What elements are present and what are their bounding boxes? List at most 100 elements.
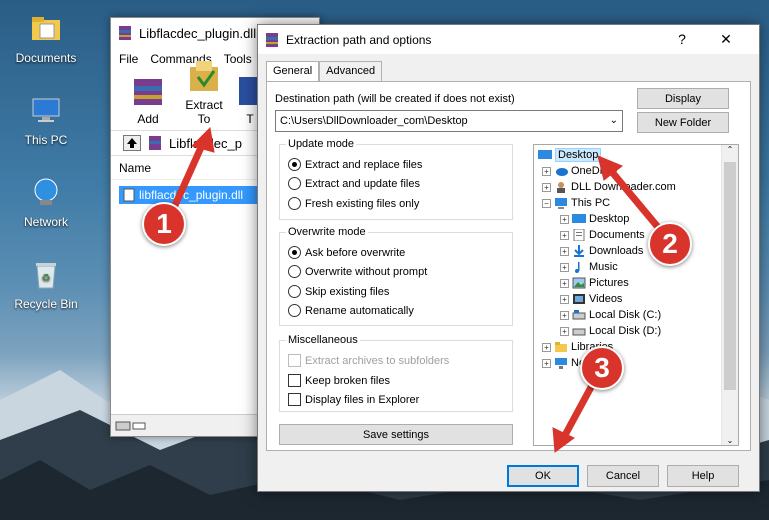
step-marker-1: 1 bbox=[142, 202, 186, 246]
destination-path-combo[interactable]: C:\Users\DllDownloader_com\Desktop ⌄ bbox=[275, 110, 623, 132]
tree-node-user[interactable]: + DLL Downloader.com bbox=[542, 180, 676, 194]
tree-node-label: This PC bbox=[571, 197, 611, 209]
expand-icon[interactable]: + bbox=[560, 294, 569, 304]
tree-node-videos[interactable]: + Videos bbox=[560, 292, 622, 306]
radio-selected[interactable] bbox=[288, 246, 301, 259]
winrar-logo-icon bbox=[119, 26, 131, 40]
overwrite-option-rename[interactable]: Rename automatically bbox=[288, 304, 414, 317]
option-label: Extract archives to subfolders bbox=[305, 354, 450, 367]
expand-icon[interactable]: + bbox=[560, 326, 569, 336]
expand-icon[interactable]: + bbox=[560, 246, 569, 256]
winrar-title: Libflacdec_plugin.dll bbox=[139, 25, 257, 41]
computer-icon bbox=[32, 98, 60, 122]
tree-node-label: Local Disk (D:) bbox=[589, 325, 662, 337]
expand-icon[interactable]: + bbox=[542, 358, 551, 368]
folder-tree[interactable]: Desktop + OneDrive + DLL Downloader.com … bbox=[533, 144, 739, 446]
dialog-tabs: General Advanced bbox=[266, 61, 383, 82]
misc-option-display-explorer[interactable]: Display files in Explorer bbox=[288, 393, 419, 406]
user-icon bbox=[557, 182, 565, 193]
collapse-icon[interactable]: − bbox=[542, 198, 551, 208]
tree-node-local-disk-d[interactable]: + Local Disk (D:) bbox=[560, 324, 661, 338]
new-folder-button[interactable]: New Folder bbox=[637, 112, 729, 133]
recycle-bin-icon: ♻ bbox=[36, 263, 56, 289]
checkbox[interactable] bbox=[288, 374, 301, 387]
desktop-icon-recycle-bin[interactable]: ♻ Recycle Bin bbox=[8, 258, 84, 311]
checkbox[interactable] bbox=[288, 393, 301, 406]
up-folder-button[interactable] bbox=[123, 135, 141, 151]
tree-node-label: OneDrive bbox=[571, 165, 618, 177]
up-arrow-icon bbox=[127, 138, 137, 148]
add-button[interactable]: Add bbox=[123, 73, 173, 126]
option-label: Keep broken files bbox=[305, 374, 390, 387]
save-settings-button[interactable]: Save settings bbox=[279, 424, 513, 445]
menu-file[interactable]: File bbox=[119, 52, 138, 66]
cancel-button[interactable]: Cancel bbox=[587, 465, 659, 487]
chevron-down-icon: ⌄ bbox=[609, 115, 618, 126]
expand-icon[interactable]: + bbox=[560, 310, 569, 320]
desktop-icon-this-pc[interactable]: This PC bbox=[8, 94, 84, 147]
destination-path-value: C:\Users\DllDownloader_com\Desktop bbox=[280, 115, 468, 127]
step-marker-3: 3 bbox=[580, 346, 624, 390]
svg-text:♻: ♻ bbox=[42, 273, 51, 284]
misc-option-subfolders: Extract archives to subfolders bbox=[288, 354, 449, 367]
radio[interactable] bbox=[288, 177, 301, 190]
radio[interactable] bbox=[288, 265, 301, 278]
radio[interactable] bbox=[288, 285, 301, 298]
extract-to-button[interactable]: Extract To bbox=[179, 59, 229, 126]
tab-advanced[interactable]: Advanced bbox=[319, 61, 383, 81]
radio-selected[interactable] bbox=[288, 158, 301, 171]
ok-button[interactable]: OK bbox=[507, 465, 579, 487]
tree-node-music[interactable]: + Music bbox=[560, 260, 618, 274]
radio[interactable] bbox=[288, 304, 301, 317]
file-name: libflacdec_plugin.dll bbox=[139, 188, 244, 202]
tree-node-documents[interactable]: + Documents bbox=[560, 228, 645, 242]
tree-node-pictures[interactable]: + Pictures bbox=[560, 276, 629, 290]
desktop-icon-label: Documents bbox=[15, 51, 77, 65]
option-label: Skip existing files bbox=[305, 285, 390, 298]
help-button[interactable]: Help bbox=[667, 465, 739, 487]
close-button[interactable]: ✕ bbox=[716, 31, 736, 48]
desktop-icon-label: This PC bbox=[24, 133, 68, 147]
expand-icon[interactable]: + bbox=[560, 230, 569, 240]
tree-node-this-pc[interactable]: − This PC bbox=[542, 196, 610, 210]
scroll-up-icon[interactable]: ⌃ bbox=[722, 145, 738, 159]
add-archive-icon bbox=[134, 79, 162, 105]
tab-general[interactable]: General bbox=[266, 61, 320, 82]
expand-icon[interactable]: + bbox=[542, 182, 551, 192]
scroll-down-icon[interactable]: ⌄ bbox=[722, 436, 738, 445]
tree-node-onedrive[interactable]: + OneDrive bbox=[542, 164, 617, 178]
tree-node-downloads[interactable]: + Downloads bbox=[560, 244, 643, 258]
overwrite-option-ask[interactable]: Ask before overwrite bbox=[288, 246, 405, 259]
desktop-icon-documents[interactable]: Documents bbox=[8, 12, 84, 65]
radio[interactable] bbox=[288, 197, 301, 210]
libraries-icon bbox=[555, 342, 567, 352]
tree-node-desktop-root[interactable]: Desktop bbox=[538, 148, 602, 162]
help-title-button[interactable]: ? bbox=[672, 31, 692, 47]
miscellaneous-title: Miscellaneous bbox=[286, 334, 360, 346]
destination-label: Destination path (will be created if doe… bbox=[275, 93, 515, 105]
tree-scrollbar[interactable]: ⌃ ⌄ bbox=[721, 145, 738, 445]
misc-option-keep-broken[interactable]: Keep broken files bbox=[288, 374, 390, 387]
expand-icon[interactable]: + bbox=[560, 278, 569, 288]
general-panel: Destination path (will be created if doe… bbox=[266, 81, 751, 451]
update-option-update[interactable]: Extract and update files bbox=[288, 177, 420, 190]
overwrite-option-skip[interactable]: Skip existing files bbox=[288, 285, 389, 298]
option-label: Extract and replace files bbox=[305, 158, 423, 171]
desktop-icon-network[interactable]: Network bbox=[8, 176, 84, 229]
expand-icon[interactable]: + bbox=[542, 166, 551, 176]
tree-node-desktop[interactable]: + Desktop bbox=[560, 212, 629, 226]
display-button[interactable]: Display bbox=[637, 88, 729, 109]
update-option-replace[interactable]: Extract and replace files bbox=[288, 158, 422, 171]
pictures-icon bbox=[572, 277, 586, 289]
expand-icon[interactable]: + bbox=[542, 342, 551, 352]
expand-icon[interactable]: + bbox=[560, 214, 569, 224]
tree-node-label: DLL Downloader.com bbox=[571, 181, 676, 193]
winrar-logo-icon bbox=[266, 32, 278, 47]
expand-icon[interactable]: + bbox=[560, 262, 569, 272]
update-mode-group: Update mode Extract and replace files Ex… bbox=[279, 138, 513, 220]
file-row[interactable]: libflacdec_plugin.dll bbox=[119, 186, 269, 204]
scrollbar-thumb[interactable] bbox=[724, 162, 736, 390]
update-option-fresh[interactable]: Fresh existing files only bbox=[288, 197, 419, 210]
tree-node-local-disk-c[interactable]: + Local Disk (C:) bbox=[560, 308, 661, 322]
overwrite-option-without-prompt[interactable]: Overwrite without prompt bbox=[288, 265, 427, 278]
